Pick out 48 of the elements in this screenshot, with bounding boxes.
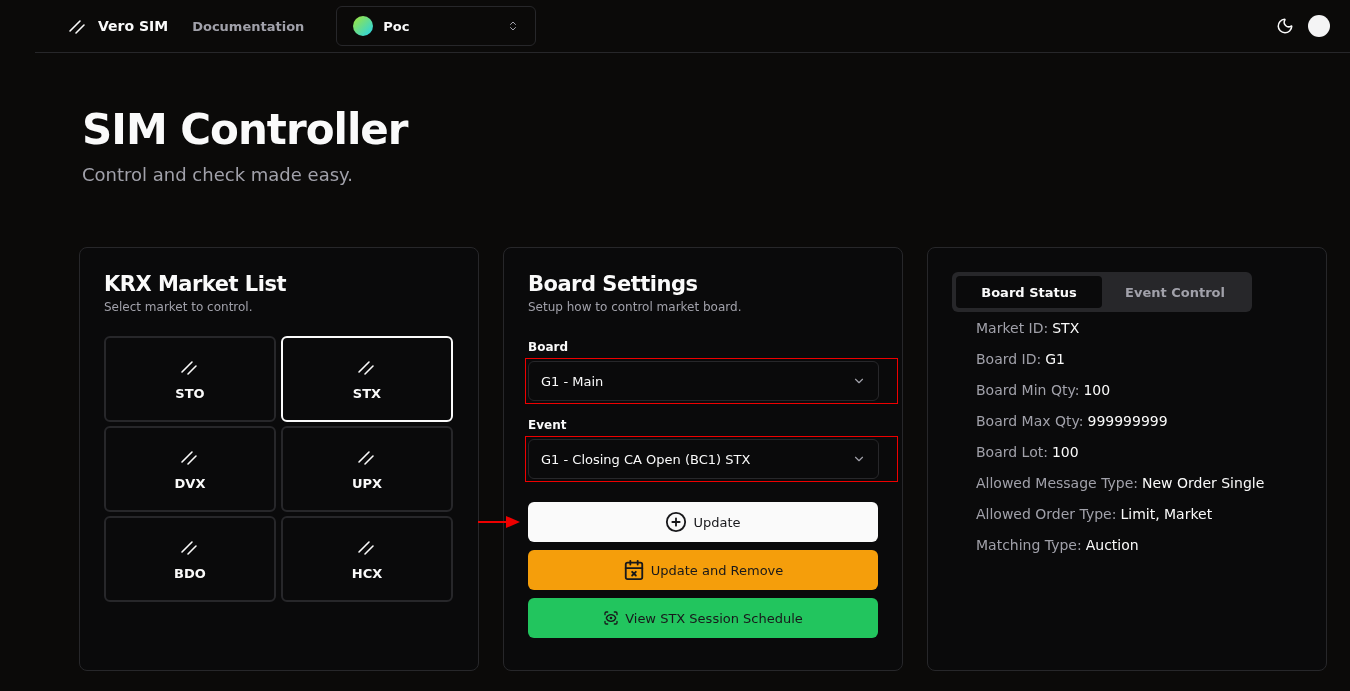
market-button[interactable]: STX <box>281 336 453 422</box>
annotation-arrow <box>478 515 522 529</box>
market-button[interactable]: DVX <box>104 426 276 512</box>
status-label: Board Min Qty: <box>976 382 1080 398</box>
dropdown-select[interactable]: G1 - Main <box>528 361 879 401</box>
brand-name: Vero SIM <box>98 18 169 34</box>
plus-circle-icon <box>665 511 688 533</box>
market-button[interactable]: UPX <box>281 426 453 512</box>
theme-toggle-icon[interactable] <box>1276 17 1294 35</box>
avatar-icon[interactable] <box>1308 15 1330 37</box>
card-subtitle: Setup how to control market board. <box>528 300 743 314</box>
tab[interactable]: Event Control <box>1102 276 1248 308</box>
dropdown-select[interactable]: G1 - Closing CA Open (BC1) STX <box>528 439 879 479</box>
status-label: Matching Type: <box>976 537 1082 553</box>
status-value: 100 <box>1083 382 1111 398</box>
status-value: Auction <box>1085 537 1139 553</box>
status-value: G1 <box>1045 351 1065 367</box>
market-button[interactable]: BDO <box>104 516 276 602</box>
scan-eye-icon <box>603 610 620 626</box>
card-title: Board Settings <box>528 272 699 296</box>
action-button[interactable]: Update <box>528 502 878 542</box>
documentation-link[interactable]: Documentation <box>192 18 305 34</box>
market-button[interactable]: HCX <box>281 516 453 602</box>
page-subtitle: Control and check made easy. <box>82 164 354 185</box>
card-title: KRX Market List <box>104 272 287 296</box>
status-value: 100 <box>1051 444 1079 460</box>
calendar-x-icon <box>622 559 645 581</box>
project-select[interactable]: Poc <box>336 6 537 46</box>
project-dot-icon <box>353 16 374 36</box>
field-label: Board <box>528 340 569 354</box>
status-label: Allowed Order Type: <box>976 506 1117 522</box>
card-subtitle: Select market to control. <box>104 300 254 314</box>
page-title: SIM Controller <box>82 105 410 154</box>
action-button[interactable]: Update and Remove <box>528 550 878 590</box>
field-label: Event <box>528 418 568 432</box>
status-label: Board Max Qty: <box>976 413 1084 429</box>
logo-icon <box>68 17 88 35</box>
status-value: Limit, Market <box>1120 506 1213 522</box>
tab[interactable]: Board Status <box>956 276 1102 308</box>
status-value: New Order Single <box>1142 475 1265 491</box>
status-value: STX <box>1052 320 1080 336</box>
status-label: Allowed Message Type: <box>976 475 1138 491</box>
status-value: 999999999 <box>1087 413 1168 429</box>
status-label: Board Lot: <box>976 444 1048 460</box>
status-label: Board ID: <box>976 351 1042 367</box>
action-button[interactable]: View STX Session Schedule <box>528 598 878 638</box>
market-button[interactable]: STO <box>104 336 276 422</box>
status-label: Market ID: <box>976 320 1049 336</box>
